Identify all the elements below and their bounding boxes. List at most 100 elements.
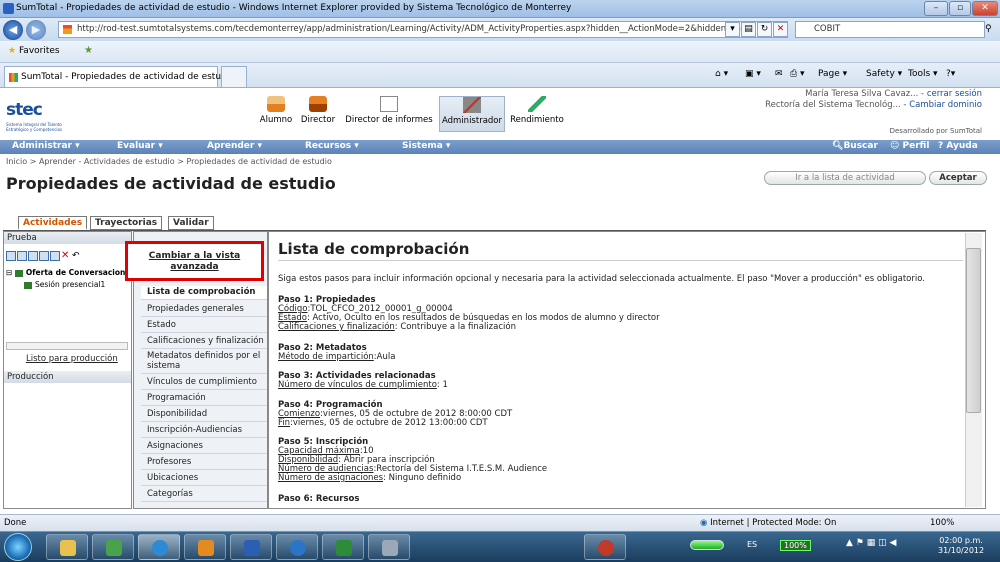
- nav-asignaciones[interactable]: Asignaciones: [141, 439, 267, 454]
- menu-aprender[interactable]: Aprender ▾: [207, 141, 262, 151]
- mail-icon[interactable]: ✉: [775, 69, 783, 79]
- step-link[interactable]: Fin: [278, 418, 290, 428]
- forward-button[interactable]: ▶: [26, 20, 46, 40]
- role-director-informes[interactable]: Director de informes: [343, 96, 435, 132]
- tree-child-node[interactable]: Sesión presencial1: [24, 280, 105, 289]
- step-6: Paso 6: Recursos: [278, 495, 359, 504]
- browser-tab[interactable]: SumTotal - Propiedades de actividad de e…: [4, 66, 235, 87]
- taskbar-explorer[interactable]: [46, 534, 88, 560]
- zoom-level[interactable]: 100%: [930, 518, 954, 528]
- role-administrador[interactable]: Administrador: [439, 96, 505, 132]
- minimize-button[interactable]: –: [924, 1, 948, 16]
- link-icon[interactable]: [50, 251, 60, 261]
- language-indicator[interactable]: ES: [747, 540, 757, 549]
- nav-inscripcion[interactable]: Inscripción-Audiencias: [141, 423, 267, 438]
- back-button[interactable]: ◀: [3, 20, 23, 40]
- refresh-icon[interactable]: ↻: [757, 22, 772, 37]
- taskbar-outlook[interactable]: [184, 534, 226, 560]
- home-icon[interactable]: ⌂ ▾: [715, 69, 728, 79]
- nav-ubicaciones[interactable]: Ubicaciones: [141, 471, 267, 486]
- menu-profile[interactable]: ☺ Perfil: [890, 141, 929, 151]
- step-link[interactable]: Número de asignaciones: [278, 473, 383, 483]
- role-rendimiento[interactable]: Rendimiento: [509, 96, 565, 132]
- start-button[interactable]: [4, 533, 32, 561]
- taskbar-ie[interactable]: [138, 534, 180, 560]
- role-alumno[interactable]: Alumno: [258, 96, 294, 132]
- clock[interactable]: 02:00 p.m. 31/10/2012: [938, 536, 984, 556]
- taskbar-app-8[interactable]: [368, 534, 410, 560]
- stop-icon[interactable]: ✕: [773, 22, 788, 37]
- menu-evaluar[interactable]: Evaluar ▾: [117, 141, 163, 151]
- main-menu-bar: Administrar ▾ Evaluar ▾ Aprender ▾ Recur…: [0, 140, 1000, 154]
- taskbar-word[interactable]: [230, 534, 272, 560]
- battery-icon[interactable]: [690, 540, 724, 550]
- import-icon[interactable]: [17, 251, 27, 261]
- add-favorite-icon[interactable]: ★: [84, 45, 93, 56]
- tray-icons[interactable]: ▲ ⚑ ▦ ◫ ◀: [846, 538, 896, 548]
- tree-root-node[interactable]: ⊟ Oferta de Conversacione: [6, 268, 130, 277]
- taskbar-excel[interactable]: [322, 534, 364, 560]
- ready-for-production-link[interactable]: Listo para producción: [26, 354, 118, 364]
- role-label: Director de informes: [345, 115, 433, 125]
- undo-icon[interactable]: ↶: [72, 251, 82, 261]
- nav-estado[interactable]: Estado: [141, 318, 267, 333]
- scrollbar-thumb[interactable]: [966, 248, 981, 413]
- nav-programacion[interactable]: Programación: [141, 391, 267, 406]
- dropdown-icon[interactable]: ▾: [725, 22, 740, 37]
- search-go-icon[interactable]: ⚲: [985, 24, 992, 34]
- page-menu[interactable]: Page ▾: [818, 69, 847, 79]
- step-link[interactable]: Calificaciones y finalización: [278, 322, 395, 332]
- nav-propiedades-generales[interactable]: Propiedades generales: [141, 302, 267, 317]
- breadcrumb[interactable]: Inicio > Aprender - Actividades de estud…: [6, 157, 332, 166]
- step-link[interactable]: Método de impartición: [278, 352, 374, 362]
- tools-menu[interactable]: Tools ▾: [908, 69, 938, 79]
- taskbar-app-2[interactable]: [92, 534, 134, 560]
- nav-disponibilidad[interactable]: Disponibilidad: [141, 407, 267, 422]
- collapse-icon[interactable]: ⊟: [6, 268, 12, 277]
- menu-administrar[interactable]: Administrar ▾: [12, 141, 80, 151]
- search-input[interactable]: COBIT: [795, 21, 985, 38]
- menu-search[interactable]: 🔍︎Buscar: [832, 141, 878, 151]
- url-input[interactable]: http://rod-test.sumtotalsystems.com/tecd…: [58, 21, 788, 38]
- role-director[interactable]: Director: [299, 96, 337, 132]
- feeds-icon[interactable]: ▣ ▾: [745, 69, 761, 79]
- zoom-badge[interactable]: 100%: [780, 540, 811, 551]
- tree-child-label: Sesión presencial1: [35, 280, 106, 289]
- nav-vinculos[interactable]: Vínculos de cumplimiento: [141, 375, 267, 390]
- nav-lista-comprobacion[interactable]: Lista de comprobación: [141, 286, 267, 300]
- horizontal-scrollbar[interactable]: [6, 342, 128, 350]
- accept-button[interactable]: Aceptar: [929, 171, 987, 185]
- clock-time: 02:00 p.m.: [939, 536, 983, 545]
- menu-sistema[interactable]: Sistema ▾: [402, 141, 450, 151]
- tab-validar[interactable]: Validar: [168, 216, 214, 230]
- security-zone[interactable]: ◉ Internet | Protected Mode: On: [700, 518, 836, 528]
- change-domain-link[interactable]: Cambiar dominio: [909, 100, 982, 110]
- move-icon[interactable]: [39, 251, 49, 261]
- copy-icon[interactable]: [28, 251, 38, 261]
- compat-view-icon[interactable]: ▤: [741, 22, 756, 37]
- tab-trayectorias[interactable]: Trayectorias: [90, 216, 163, 230]
- new-tab-button[interactable]: [221, 66, 247, 87]
- new-icon[interactable]: [6, 251, 16, 261]
- tab-actividades[interactable]: Actividades: [18, 216, 88, 230]
- safety-menu[interactable]: Safety ▾: [866, 69, 902, 79]
- advanced-view-button[interactable]: Cambiar a la vista avanzada: [125, 241, 264, 281]
- go-to-list-button[interactable]: Ir a la lista de actividad: [764, 171, 926, 185]
- menu-help[interactable]: ? Ayuda: [938, 141, 978, 151]
- menu-recursos[interactable]: Recursos ▾: [305, 141, 359, 151]
- nav-metadatos[interactable]: Metadatos definidos por el sistema: [141, 350, 267, 374]
- logout-link[interactable]: cerrar sesión: [927, 89, 982, 99]
- course-icon: [14, 269, 23, 277]
- taskbar-app-9[interactable]: [584, 534, 626, 560]
- step-link[interactable]: Número de vínculos de cumplimiento: [278, 380, 437, 390]
- close-window-button[interactable]: ✕: [972, 1, 998, 16]
- print-icon[interactable]: ⎙ ▾: [790, 69, 805, 79]
- nav-calificaciones[interactable]: Calificaciones y finalización: [141, 334, 267, 349]
- nav-categorias[interactable]: Categorías: [141, 487, 267, 502]
- delete-icon[interactable]: ✕: [61, 251, 71, 261]
- favorites-button[interactable]: ★ Favorites: [8, 46, 60, 56]
- maximize-button[interactable]: ▫: [949, 1, 971, 16]
- nav-profesores[interactable]: Profesores: [141, 455, 267, 470]
- taskbar-media[interactable]: [276, 534, 318, 560]
- help-menu[interactable]: ?▾: [946, 69, 955, 79]
